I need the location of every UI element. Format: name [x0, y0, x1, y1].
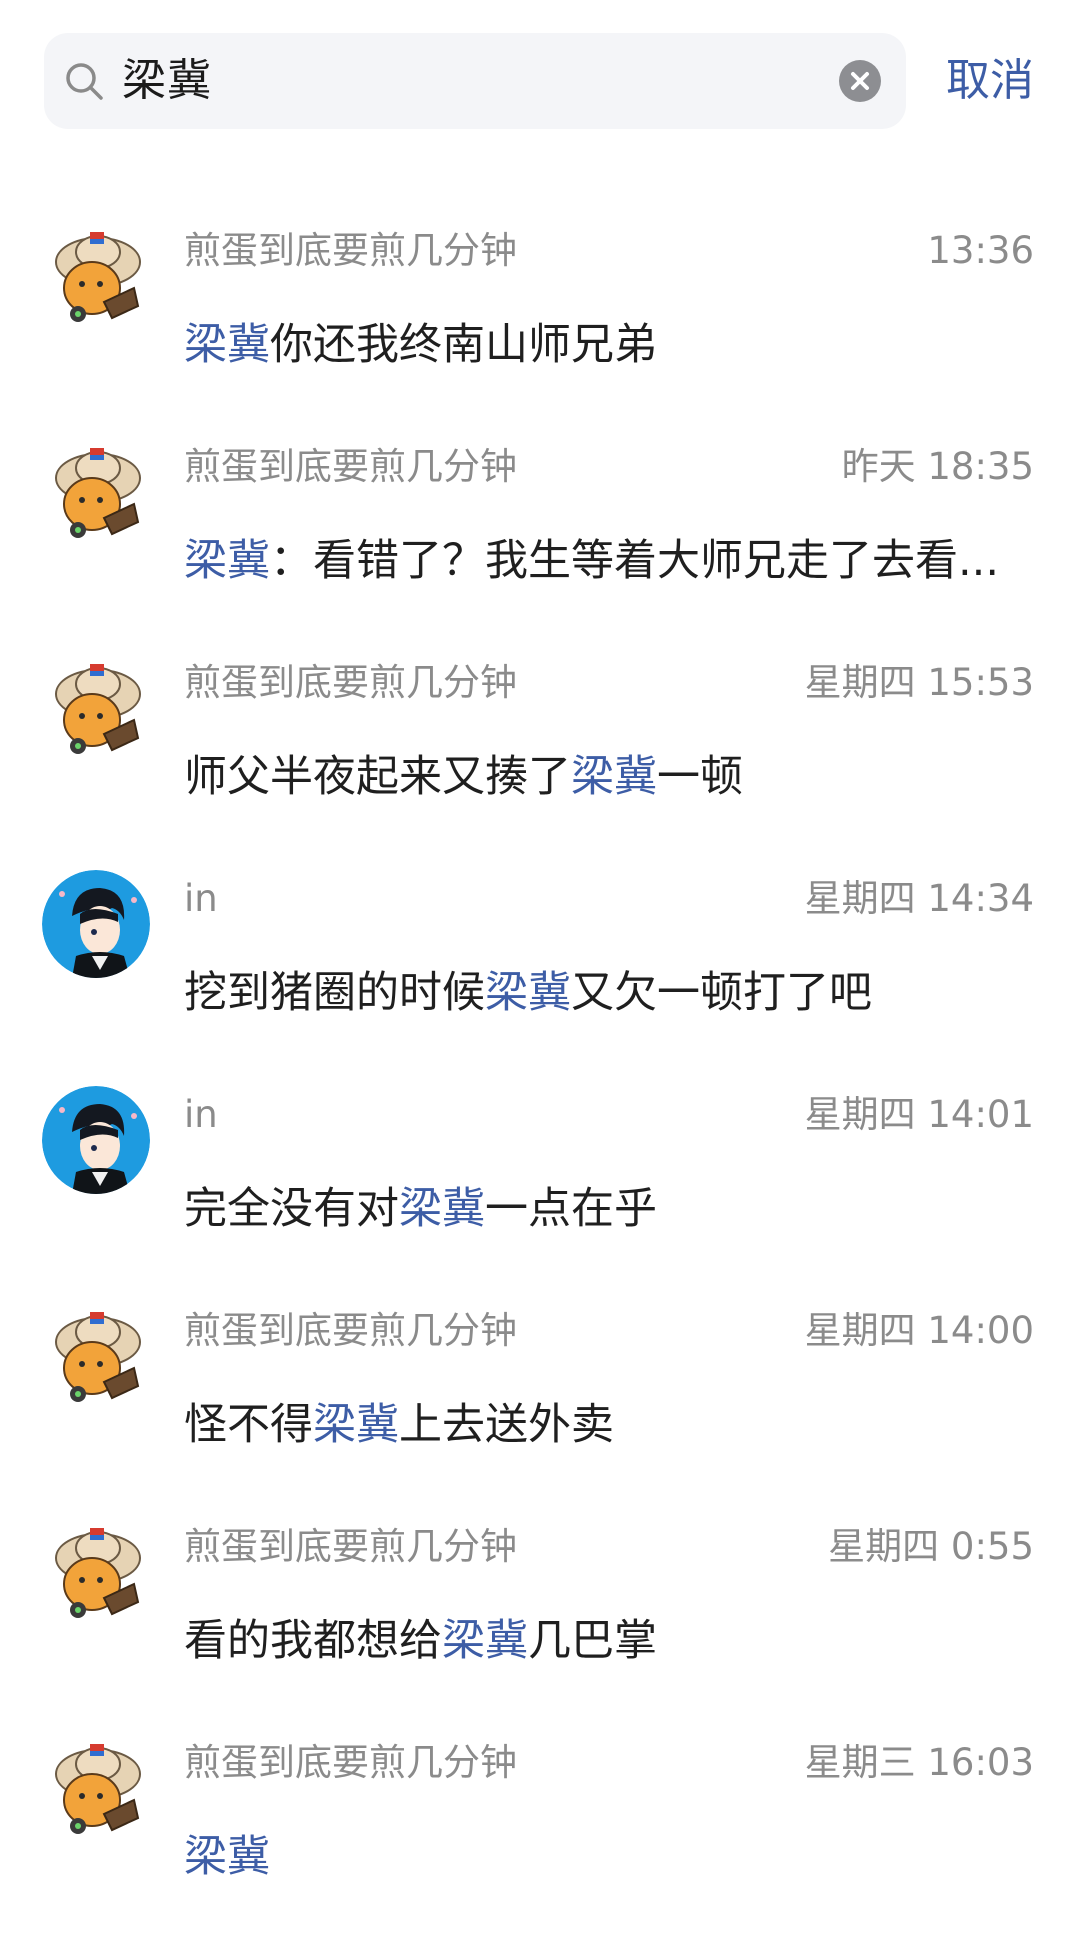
- search-result-item[interactable]: in 星期四 14:01 完全没有对梁冀一点在乎: [0, 1064, 1080, 1280]
- snippet-text-after: 一点在乎: [485, 1184, 657, 1234]
- search-result-item[interactable]: 煎蛋到底要煎几分钟 星期四 0:55 看的我都想给梁冀几巴掌: [0, 1496, 1080, 1712]
- message-snippet: 梁冀: [184, 1828, 1004, 1886]
- snippet-text-after: 一顿: [657, 752, 743, 802]
- search-result-item[interactable]: 煎蛋到底要煎几分钟 星期四 14:00 怪不得梁冀上去送外卖: [0, 1280, 1080, 1496]
- sender-name: 煎蛋到底要煎几分钟: [184, 1309, 517, 1352]
- search-bar[interactable]: 梁冀: [44, 33, 906, 129]
- message-snippet: 完全没有对梁冀一点在乎: [184, 1180, 1004, 1238]
- snippet-text-before: 完全没有对: [184, 1184, 399, 1234]
- snippet-highlight: 梁冀: [485, 968, 571, 1018]
- message-snippet: 怪不得梁冀上去送外卖: [184, 1396, 1004, 1454]
- snippet-text-before: 怪不得: [184, 1400, 313, 1450]
- sender-name: 煎蛋到底要煎几分钟: [184, 229, 517, 272]
- cartoon-character-avatar: [42, 1734, 150, 1842]
- cartoon-character-avatar: [42, 438, 150, 546]
- search-result-item[interactable]: 煎蛋到底要煎几分钟 13:36 梁冀你还我终南山师兄弟: [0, 200, 1080, 416]
- message-snippet: 梁冀：看错了？我生等着大师兄走了去看...: [184, 532, 1004, 590]
- message-timestamp: 星期四 14:34: [804, 877, 1034, 920]
- anime-boy-avatar: [42, 1086, 150, 1194]
- search-result-item[interactable]: in 星期四 14:34 挖到猪圈的时候梁冀又欠一顿打了吧: [0, 848, 1080, 1064]
- snippet-highlight: 梁冀: [399, 1184, 485, 1234]
- snippet-highlight: 梁冀: [184, 1832, 270, 1882]
- cartoon-character-avatar: [42, 222, 150, 330]
- search-result-item[interactable]: 煎蛋到底要煎几分钟 昨天 18:35 梁冀：看错了？我生等着大师兄走了去看...: [0, 416, 1080, 632]
- message-timestamp: 13:36: [927, 229, 1034, 272]
- snippet-highlight: 梁冀: [184, 536, 270, 586]
- sender-name: 煎蛋到底要煎几分钟: [184, 1525, 517, 1568]
- message-timestamp: 星期四 14:00: [804, 1309, 1034, 1352]
- cartoon-character-avatar: [42, 654, 150, 762]
- search-results-list: 煎蛋到底要煎几分钟 13:36 梁冀你还我终南山师兄弟 煎蛋到底要煎几分钟 昨天 18:…: [0, 200, 1080, 1928]
- snippet-text-after: 上去送外卖: [399, 1400, 614, 1450]
- message-timestamp: 昨天 18:35: [841, 445, 1034, 488]
- message-snippet: 师父半夜起来又揍了梁冀一顿: [184, 748, 1004, 806]
- search-input[interactable]: 梁冀: [122, 33, 212, 129]
- snippet-text-after: 又欠一顿打了吧: [571, 968, 872, 1018]
- message-timestamp: 星期四 14:01: [804, 1093, 1034, 1136]
- snippet-highlight: 梁冀: [571, 752, 657, 802]
- snippet-highlight: 梁冀: [184, 320, 270, 370]
- snippet-text-after: ：看错了？我生等着大师兄走了去看...: [270, 536, 1000, 586]
- snippet-text-before: 看的我都想给: [184, 1616, 442, 1666]
- sender-name: in: [184, 877, 218, 920]
- sender-name: in: [184, 1093, 218, 1136]
- message-timestamp: 星期三 16:03: [804, 1741, 1034, 1784]
- anime-boy-avatar: [42, 870, 150, 978]
- message-timestamp: 星期四 0:55: [828, 1525, 1034, 1568]
- snippet-text-after: 你还我终南山师兄弟: [270, 320, 657, 370]
- search-result-item[interactable]: 煎蛋到底要煎几分钟 星期三 16:03 梁冀: [0, 1712, 1080, 1928]
- cancel-button[interactable]: 取消: [946, 33, 1034, 129]
- snippet-text-before: 挖到猪圈的时候: [184, 968, 485, 1018]
- snippet-text-before: 师父半夜起来又揍了: [184, 752, 571, 802]
- message-snippet: 看的我都想给梁冀几巴掌: [184, 1612, 1004, 1670]
- sender-name: 煎蛋到底要煎几分钟: [184, 1741, 517, 1784]
- clear-search-icon[interactable]: [839, 60, 881, 102]
- search-result-item[interactable]: 煎蛋到底要煎几分钟 星期四 15:53 师父半夜起来又揍了梁冀一顿: [0, 632, 1080, 848]
- snippet-highlight: 梁冀: [313, 1400, 399, 1450]
- sender-name: 煎蛋到底要煎几分钟: [184, 445, 517, 488]
- message-timestamp: 星期四 15:53: [804, 661, 1034, 704]
- search-icon: [66, 63, 103, 100]
- sender-name: 煎蛋到底要煎几分钟: [184, 661, 517, 704]
- snippet-highlight: 梁冀: [442, 1616, 528, 1666]
- cartoon-character-avatar: [42, 1302, 150, 1410]
- snippet-text-after: 几巴掌: [528, 1616, 657, 1666]
- message-snippet: 挖到猪圈的时候梁冀又欠一顿打了吧: [184, 964, 1004, 1022]
- message-snippet: 梁冀你还我终南山师兄弟: [184, 316, 1004, 374]
- search-header: 梁冀 取消: [0, 0, 1080, 170]
- cartoon-character-avatar: [42, 1518, 150, 1626]
